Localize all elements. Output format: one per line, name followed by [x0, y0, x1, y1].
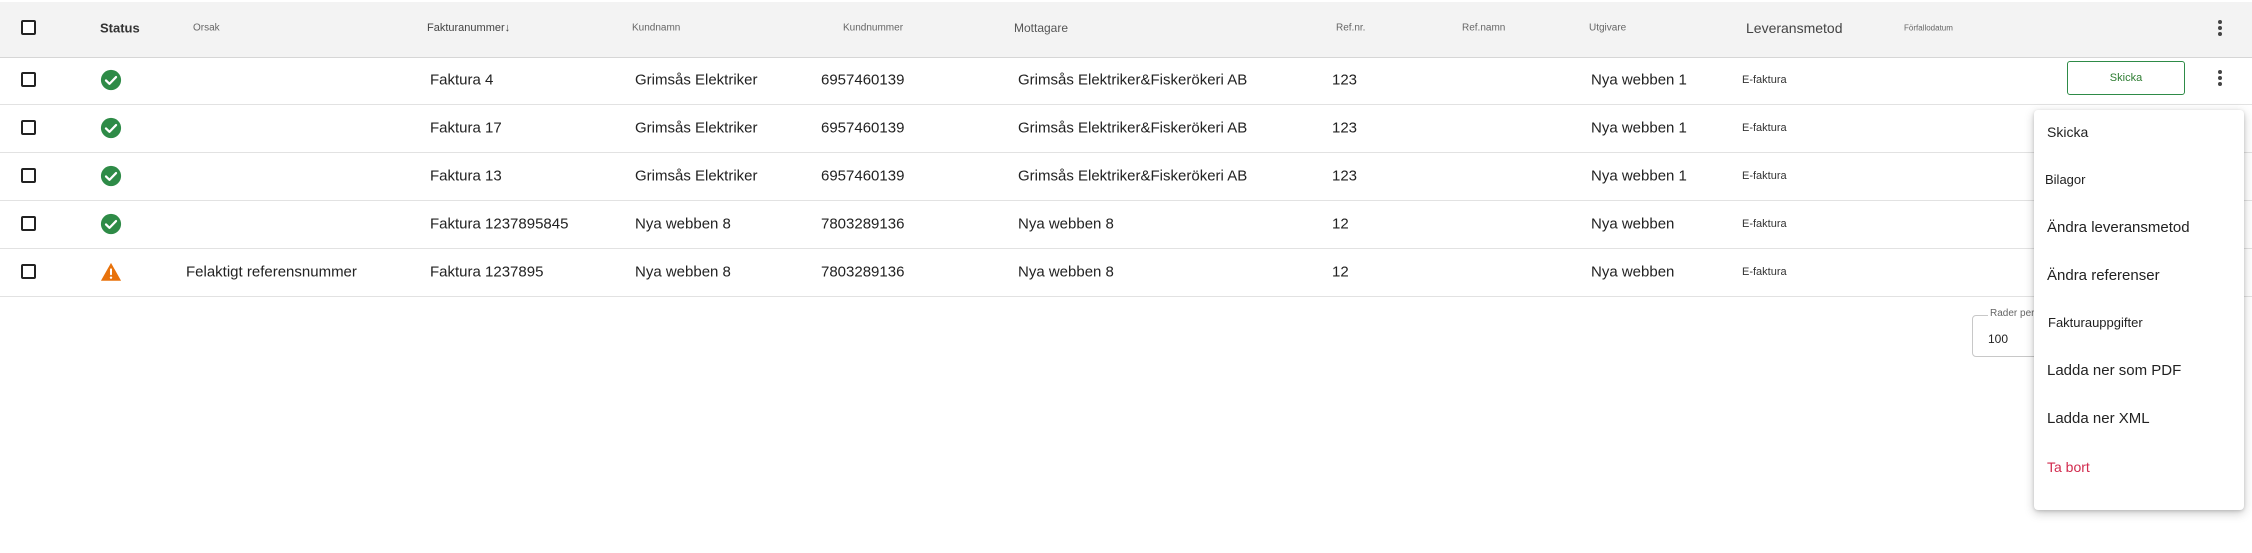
reason-cell: Felaktigt referensnummer: [186, 263, 357, 281]
select-all-checkbox[interactable]: [21, 20, 36, 35]
invoice-number-cell: Faktura 1237895845: [430, 215, 569, 233]
row-checkbox[interactable]: [21, 120, 36, 135]
customer-number-cell: 6957460139: [821, 71, 905, 89]
customer-name-cell: Grimsås Elektriker: [635, 167, 758, 185]
menu-item-download-xml[interactable]: Ladda ner XML: [2034, 397, 2244, 441]
table-row[interactable]: Faktura 13 Grimsås Elektriker 6957460139…: [0, 152, 2252, 201]
column-header-ref-name[interactable]: Ref.namn: [1462, 23, 1505, 34]
column-header-issuer[interactable]: Utgivare: [1589, 23, 1626, 34]
column-header-due-date[interactable]: Förfallodatum: [1904, 24, 1953, 33]
customer-name-cell: Nya webben 8: [635, 263, 731, 281]
delivery-method-cell: E-faktura: [1742, 122, 1787, 134]
delivery-method-cell: E-faktura: [1742, 170, 1787, 182]
invoice-number-cell: Faktura 4: [430, 71, 494, 89]
more-vert-icon[interactable]: [2210, 18, 2230, 42]
check-circle-icon: [100, 213, 122, 235]
row-checkbox[interactable]: [21, 168, 36, 183]
invoice-number-cell: Faktura 17: [430, 119, 502, 137]
issuer-cell: Nya webben 1: [1591, 167, 1687, 185]
ref-nr-cell: 123: [1332, 119, 1358, 137]
row-context-menu: Skicka Bilagor Ändra leveransmetod Ändra…: [2034, 110, 2244, 510]
menu-item-send[interactable]: Skicka: [2034, 110, 2244, 154]
ref-nr-cell: 123: [1332, 167, 1358, 185]
check-circle-icon: [100, 69, 122, 91]
column-header-status[interactable]: Status: [100, 21, 140, 36]
row-checkbox[interactable]: [21, 72, 36, 87]
column-header-recipient[interactable]: Mottagare: [1014, 21, 1068, 35]
table-row[interactable]: Faktura 17 Grimsås Elektriker 6957460139…: [0, 104, 2252, 153]
customer-number-cell: 6957460139: [821, 119, 905, 137]
recipient-cell: Nya webben 8: [1018, 263, 1114, 281]
warning-triangle-icon: [100, 262, 122, 281]
table-row[interactable]: Felaktigt referensnummer Faktura 1237895…: [0, 248, 2252, 297]
column-header-ref-nr[interactable]: Ref.nr.: [1336, 23, 1365, 34]
invoice-number-cell: Faktura 13: [430, 167, 502, 185]
issuer-cell: Nya webben: [1591, 215, 1675, 233]
delivery-method-cell: E-faktura: [1742, 266, 1787, 278]
menu-item-delete[interactable]: Ta bort: [2034, 445, 2244, 489]
customer-name-cell: Grimsås Elektriker: [635, 119, 758, 137]
delivery-method-cell: E-faktura: [1742, 218, 1787, 230]
column-header-delivery-method[interactable]: Leveransmetod: [1746, 20, 1843, 36]
menu-item-change-delivery-method[interactable]: Ändra leveransmetod: [2034, 206, 2244, 250]
customer-number-cell: 6957460139: [821, 167, 905, 185]
rows-per-page-value: 100: [1988, 332, 2009, 346]
issuer-cell: Nya webben 1: [1591, 119, 1687, 137]
table-header: Status Orsak Fakturanummer↓ Kundnamn Kun…: [0, 2, 2252, 58]
row-checkbox[interactable]: [21, 216, 36, 231]
customer-number-cell: 7803289136: [821, 215, 905, 233]
row-checkbox[interactable]: [21, 264, 36, 279]
issuer-cell: Nya webben: [1591, 263, 1675, 281]
customer-name-cell: Grimsås Elektriker: [635, 71, 758, 89]
issuer-cell: Nya webben 1: [1591, 71, 1687, 89]
column-header-reason[interactable]: Orsak: [193, 23, 220, 34]
recipient-cell: Grimsås Elektriker&Fiskerökeri AB: [1018, 167, 1248, 185]
ref-nr-cell: 123: [1332, 71, 1358, 89]
menu-item-attachments[interactable]: Bilagor: [2034, 158, 2244, 202]
menu-item-change-references[interactable]: Ändra referenser: [2034, 254, 2244, 298]
recipient-cell: Grimsås Elektriker&Fiskerökeri AB: [1018, 119, 1248, 137]
send-button[interactable]: Skicka: [2067, 61, 2185, 95]
menu-item-download-pdf[interactable]: Ladda ner som PDF: [2034, 349, 2244, 393]
more-vert-icon[interactable]: [2210, 68, 2230, 92]
menu-item-invoice-details[interactable]: Fakturauppgifter: [2034, 301, 2244, 345]
check-circle-icon: [100, 117, 122, 139]
invoice-number-cell: Faktura 1237895: [430, 263, 544, 281]
rows-per-page-label: Rader per: [1988, 308, 2037, 319]
ref-nr-cell: 12: [1332, 263, 1349, 281]
column-header-customer-number[interactable]: Kundnummer: [843, 23, 903, 34]
column-header-customer-name[interactable]: Kundnamn: [632, 23, 680, 34]
ref-nr-cell: 12: [1332, 215, 1349, 233]
recipient-cell: Nya webben 8: [1018, 215, 1114, 233]
column-header-invoice-number[interactable]: Fakturanummer↓: [427, 22, 510, 34]
delivery-method-cell: E-faktura: [1742, 74, 1787, 86]
recipient-cell: Grimsås Elektriker&Fiskerökeri AB: [1018, 71, 1248, 89]
customer-name-cell: Nya webben 8: [635, 215, 731, 233]
table-row[interactable]: Faktura 4 Grimsås Elektriker 6957460139 …: [0, 56, 2252, 105]
customer-number-cell: 7803289136: [821, 263, 905, 281]
table-row[interactable]: Faktura 1237895845 Nya webben 8 78032891…: [0, 200, 2252, 249]
check-circle-icon: [100, 165, 122, 187]
